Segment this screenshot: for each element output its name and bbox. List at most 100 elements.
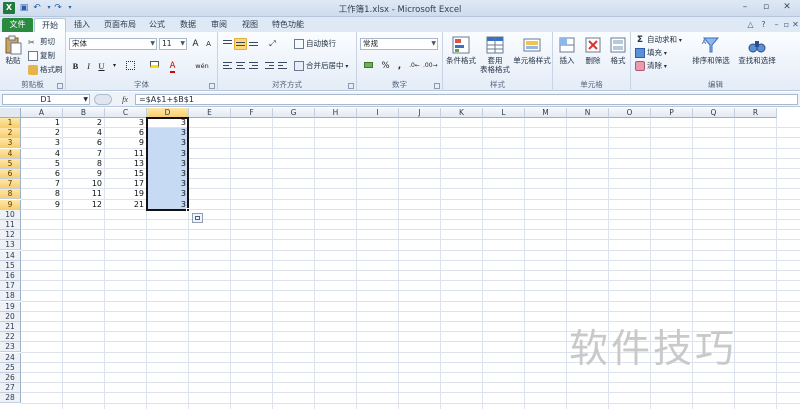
underline-dropdown-icon[interactable]: ▾	[108, 60, 121, 72]
cell-B8[interactable]: 11	[63, 189, 104, 199]
font-launcher-icon[interactable]	[209, 83, 215, 89]
row-header[interactable]: 1	[0, 118, 21, 128]
close-button[interactable]: ✕	[777, 0, 797, 15]
cell-C5[interactable]: 13	[105, 159, 146, 169]
cell-B7[interactable]: 10	[63, 179, 104, 189]
cell-B5[interactable]: 8	[63, 159, 104, 169]
bold-button[interactable]: B	[69, 60, 82, 72]
row-header[interactable]: 28	[0, 393, 21, 404]
autofill-options-button[interactable]	[192, 212, 203, 223]
tab-review[interactable]: 审阅	[205, 18, 233, 32]
align-right-button[interactable]	[247, 60, 260, 72]
row-header[interactable]: 23	[0, 342, 21, 353]
format-cells-button[interactable]: 格式	[607, 35, 629, 65]
align-center-button[interactable]	[234, 60, 247, 72]
clipboard-launcher-icon[interactable]	[57, 83, 63, 89]
row-header[interactable]: 20	[0, 311, 21, 322]
cell-A2[interactable]: 2	[21, 128, 62, 138]
minimize-button[interactable]: –	[735, 0, 755, 15]
percent-button[interactable]: %	[379, 60, 392, 72]
cell-A5[interactable]: 5	[21, 159, 62, 169]
fill-button[interactable]: 填充 ▾	[635, 47, 667, 58]
cell-A8[interactable]: 8	[21, 189, 62, 199]
underline-button[interactable]: U	[95, 60, 108, 72]
decrease-indent-button[interactable]	[263, 60, 276, 72]
cut-button[interactable]: ✂ 剪切	[28, 36, 55, 47]
tab-data[interactable]: 数据	[174, 18, 202, 32]
sort-filter-button[interactable]: A 排序和筛选	[689, 35, 733, 65]
cell-C9[interactable]: 21	[105, 200, 146, 210]
cell-B3[interactable]: 6	[63, 138, 104, 148]
column-header[interactable]: F	[231, 108, 273, 118]
formula-input[interactable]: =$A$1+$B$1	[135, 94, 798, 105]
number-launcher-icon[interactable]	[434, 83, 440, 89]
orientation-button[interactable]: ⤢	[266, 38, 279, 50]
format-as-table-button[interactable]: 套用 表格格式	[479, 35, 511, 74]
conditional-formatting-button[interactable]: 条件格式	[444, 35, 478, 65]
row-header[interactable]: 26	[0, 373, 21, 383]
insert-function-button[interactable]: fx	[118, 94, 132, 105]
merge-center-button[interactable]: 合并后居中 ▾	[294, 60, 348, 71]
row-header[interactable]: 12	[0, 230, 21, 241]
cell-C7[interactable]: 17	[105, 179, 146, 189]
column-header[interactable]: G	[273, 108, 315, 118]
cell-styles-button[interactable]: 单元格样式	[511, 35, 553, 65]
column-header[interactable]: O	[609, 108, 651, 118]
column-header[interactable]: I	[357, 108, 399, 118]
row-header[interactable]: 2	[0, 128, 21, 139]
row-header[interactable]: 15	[0, 260, 21, 271]
row-header[interactable]: 11	[0, 220, 21, 230]
column-header[interactable]: L	[483, 108, 525, 118]
comma-button[interactable]: ,	[393, 60, 406, 72]
grow-font-button[interactable]: A	[189, 38, 202, 50]
increase-indent-button[interactable]	[276, 60, 289, 72]
phonetic-button[interactable]: wén	[192, 60, 212, 72]
cell-B2[interactable]: 4	[63, 128, 104, 138]
cell-C6[interactable]: 15	[105, 169, 146, 179]
name-box[interactable]: D1 ▼	[2, 94, 90, 105]
font-size-combo[interactable]: 11 ▼	[159, 38, 187, 50]
align-top-button[interactable]	[221, 38, 234, 50]
row-header[interactable]: 7	[0, 179, 21, 190]
column-header[interactable]: N	[567, 108, 609, 118]
clear-button[interactable]: 清除 ▾	[635, 60, 667, 71]
tab-page-layout[interactable]: 页面布局	[100, 18, 140, 32]
cell-C8[interactable]: 19	[105, 189, 146, 199]
row-header[interactable]: 10	[0, 209, 21, 220]
increase-decimal-button[interactable]: .0←	[408, 60, 421, 72]
row-header[interactable]: 13	[0, 240, 21, 251]
cell-A9[interactable]: 9	[21, 200, 62, 210]
font-color-button[interactable]: A	[166, 60, 179, 73]
column-header[interactable]: H	[315, 108, 357, 118]
cell-A6[interactable]: 6	[21, 169, 62, 179]
row-header[interactable]: 27	[0, 383, 21, 394]
row-header[interactable]: 17	[0, 281, 21, 292]
cell-C2[interactable]: 6	[105, 128, 146, 138]
number-format-combo[interactable]: 常规 ▼	[360, 38, 438, 50]
tab-special[interactable]: 特色功能	[268, 18, 308, 32]
accounting-format-button[interactable]	[360, 60, 376, 72]
column-header[interactable]: M	[525, 108, 567, 118]
column-header[interactable]: K	[441, 108, 483, 118]
row-header[interactable]: 14	[0, 250, 21, 261]
column-header[interactable]: R	[735, 108, 777, 118]
row-header[interactable]: 3	[0, 138, 21, 149]
cell-B4[interactable]: 7	[63, 149, 104, 159]
column-header[interactable]: P	[651, 108, 693, 118]
tab-formulas[interactable]: 公式	[143, 18, 171, 32]
row-header[interactable]: 19	[0, 301, 21, 312]
column-header[interactable]: J	[399, 108, 441, 118]
cell-C1[interactable]: 3	[105, 118, 146, 128]
wrap-text-button[interactable]: 自动换行	[294, 38, 336, 49]
align-left-button[interactable]	[221, 60, 234, 72]
tab-home[interactable]: 开始	[34, 18, 66, 32]
row-header[interactable]: 6	[0, 169, 21, 179]
column-header[interactable]: E	[189, 108, 231, 118]
maximize-button[interactable]: ▫	[756, 0, 776, 15]
shrink-font-button[interactable]: A	[202, 38, 215, 50]
align-bottom-button[interactable]	[247, 38, 260, 50]
cell-A4[interactable]: 4	[21, 149, 62, 159]
row-header[interactable]: 25	[0, 362, 21, 373]
decrease-decimal-button[interactable]: .00→	[423, 60, 438, 72]
row-header[interactable]: 18	[0, 291, 21, 302]
